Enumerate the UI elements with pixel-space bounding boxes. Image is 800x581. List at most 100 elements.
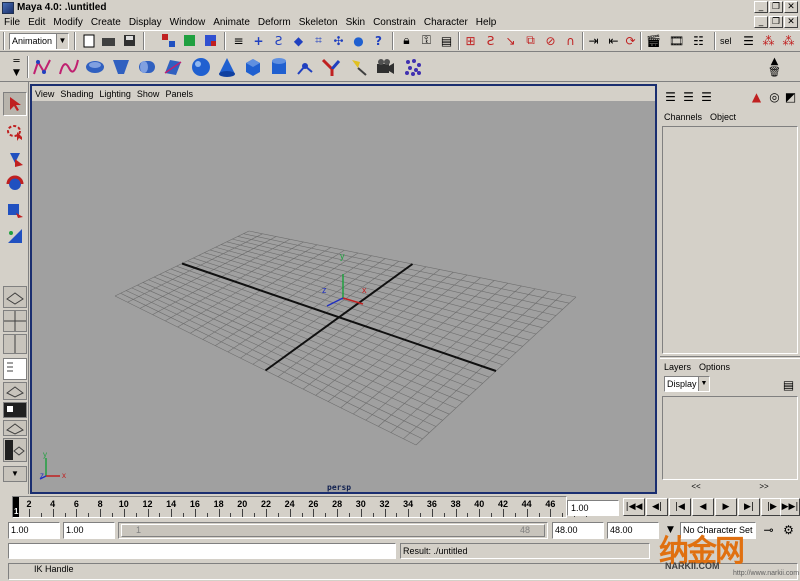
chevron-down-icon[interactable]: ▼: [698, 377, 709, 391]
camera-icon[interactable]: [374, 56, 396, 78]
menu-character[interactable]: Character: [420, 17, 472, 28]
scale-tool-icon[interactable]: [3, 198, 27, 222]
attribute-editor-icon[interactable]: ▲: [748, 88, 765, 105]
menu-create[interactable]: Create: [87, 17, 125, 28]
channels-menu[interactable]: Channels: [664, 112, 702, 122]
mel-command-input[interactable]: [8, 543, 396, 559]
save-scene-icon[interactable]: [121, 32, 138, 49]
lasso-tool-icon[interactable]: [3, 120, 27, 144]
viewport-canvas[interactable]: y z x y x z persp: [32, 101, 655, 492]
perspective-viewport[interactable]: View Shading Lighting Show Panels y z x …: [30, 84, 657, 494]
plus-icon[interactable]: +: [250, 32, 267, 49]
doc-minimize-button[interactable]: _: [754, 16, 768, 28]
snap-grid-icon[interactable]: ⊞: [462, 32, 479, 49]
menu-window[interactable]: Window: [166, 17, 210, 28]
go-to-end-icon[interactable]: ▶▶|: [780, 498, 800, 516]
menu-skin[interactable]: Skin: [342, 17, 369, 28]
create-layer-icon[interactable]: ▤: [780, 376, 797, 393]
layer-list[interactable]: [662, 396, 798, 480]
menu-modify[interactable]: Modify: [49, 17, 86, 28]
render-mask-icon[interactable]: ●: [350, 32, 367, 49]
layout-outliner-icon[interactable]: [3, 358, 27, 380]
animation-start-field[interactable]: 1.00: [8, 522, 60, 539]
mode-selector[interactable]: Animation ▼: [9, 33, 69, 50]
viewport-menu-panels[interactable]: Panels: [162, 89, 196, 99]
menu-deform[interactable]: Deform: [254, 17, 295, 28]
close-button[interactable]: ✕: [784, 1, 798, 13]
particles-icon[interactable]: [402, 56, 424, 78]
channel-layer-icon[interactable]: ☰: [680, 88, 697, 105]
lock-selection-icon[interactable]: ⚿: [418, 32, 435, 49]
channel-box-icon[interactable]: ☰: [662, 88, 679, 105]
minimize-button[interactable]: _: [754, 1, 768, 13]
snap-live-icon[interactable]: ⊘: [542, 32, 559, 49]
construction-history-icon[interactable]: ⟳: [622, 32, 639, 49]
extrude-icon[interactable]: [136, 56, 158, 78]
viewport-menu-view[interactable]: View: [32, 89, 57, 99]
play-backward-icon[interactable]: ◀: [692, 498, 714, 516]
menu-skeleton[interactable]: Skeleton: [295, 17, 342, 28]
render-globals-icon[interactable]: ☷: [690, 32, 707, 49]
deformer-mask-icon[interactable]: ⌗: [310, 32, 327, 49]
play-forward-icon[interactable]: ▶: [715, 498, 737, 516]
time-slider-track[interactable]: 1 2 4 6 8 10 12 14 16 18 20 22 24 26 28 30 32 34 36 38 40 42…: [12, 496, 587, 518]
step-back-frame-icon[interactable]: |◀: [669, 498, 691, 516]
cylinder-icon[interactable]: [268, 56, 290, 78]
new-scene-icon[interactable]: [80, 32, 97, 49]
collapse-panel-icon[interactable]: ◩: [782, 88, 799, 105]
go-to-start-icon[interactable]: |◀◀: [623, 498, 645, 516]
show-hide-channel-box-icon[interactable]: ⁂: [780, 32, 797, 49]
layer-scroll-left[interactable]: <<: [691, 482, 700, 492]
ep-curve-icon[interactable]: [58, 56, 80, 78]
animation-end-field[interactable]: 48.00: [607, 522, 659, 539]
shelf-menu-chevron-down-icon[interactable]: ▼: [8, 64, 25, 81]
joint-tool-icon[interactable]: [294, 56, 316, 78]
tool-settings-icon[interactable]: ◎: [766, 88, 783, 105]
channel-list[interactable]: [662, 126, 798, 354]
options-menu[interactable]: Options: [699, 362, 730, 372]
chevron-down-icon[interactable]: ▼: [56, 34, 68, 49]
object-menu[interactable]: Object: [710, 112, 736, 122]
layer-display-selector[interactable]: Display ▼: [664, 376, 710, 392]
select-component-icon[interactable]: [202, 32, 219, 49]
layout-persp-outliner-icon[interactable]: [3, 438, 27, 462]
light-icon[interactable]: [348, 56, 370, 78]
playback-start-field[interactable]: 1.00: [63, 522, 115, 539]
snap-view-icon[interactable]: ⧉: [522, 32, 539, 49]
doc-close-button[interactable]: ✕: [784, 16, 798, 28]
planar-icon[interactable]: [162, 56, 184, 78]
misc-mask-icon[interactable]: ?: [370, 32, 387, 49]
show-hide-attribute-editor-icon[interactable]: ☰: [740, 32, 757, 49]
dynamics-mask-icon[interactable]: ✣: [330, 32, 347, 49]
surface-mask-icon[interactable]: ◆: [290, 32, 307, 49]
menu-help[interactable]: Help: [472, 17, 501, 28]
layout-hypergraph-icon[interactable]: [3, 402, 27, 418]
menu-edit[interactable]: Edit: [24, 17, 49, 28]
layout-four-panes-icon[interactable]: [3, 310, 27, 332]
menu-constrain[interactable]: Constrain: [369, 17, 420, 28]
cv-curve-icon[interactable]: [32, 56, 54, 78]
select-tool-arrow-icon[interactable]: [3, 92, 27, 116]
layout-graph-icon[interactable]: [3, 382, 27, 400]
cone-icon[interactable]: [216, 56, 238, 78]
output-history-icon[interactable]: ⇤: [605, 32, 622, 49]
select-hierarchy-icon[interactable]: [160, 32, 177, 49]
range-slider-bar[interactable]: 1 48: [121, 524, 545, 537]
lock-icon[interactable]: 🔒︎: [398, 32, 415, 49]
layers-menu[interactable]: Layers: [664, 362, 691, 372]
layout-single-pane-icon[interactable]: [3, 286, 27, 308]
select-object-icon[interactable]: [181, 32, 198, 49]
layer-editor-icon[interactable]: ☰: [698, 88, 715, 105]
render-icon[interactable]: 🎬︎: [645, 32, 662, 49]
trash-icon[interactable]: 🗑︎: [766, 64, 783, 81]
menu-display[interactable]: Display: [125, 17, 166, 28]
highlight-icon[interactable]: ▤: [438, 32, 455, 49]
cube-icon[interactable]: [242, 56, 264, 78]
layout-side-by-side-icon[interactable]: [3, 334, 27, 354]
rotate-tool-icon[interactable]: [3, 172, 27, 196]
maximize-button[interactable]: ❐: [769, 1, 783, 13]
magnet-icon[interactable]: ∩: [562, 32, 579, 49]
filter-icon[interactable]: ≡: [230, 32, 247, 49]
playback-end-field[interactable]: 48.00: [552, 522, 604, 539]
manipulator-tool-icon[interactable]: [3, 224, 27, 248]
